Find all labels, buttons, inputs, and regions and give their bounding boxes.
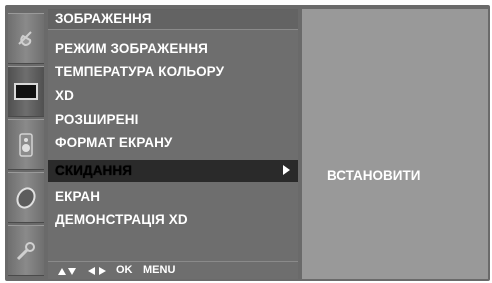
- speaker-icon: [19, 132, 33, 157]
- ok-hint: OK: [116, 264, 133, 276]
- menu-item-xd[interactable]: XD: [48, 85, 298, 107]
- picture-icon: [14, 82, 38, 100]
- menu-item-label: XD: [55, 88, 74, 103]
- menu-item-label: РОЗШИРЕНІ: [55, 112, 139, 127]
- menu-title: ЗОБРАЖЕННЯ: [55, 11, 152, 26]
- up-arrow-icon: [58, 268, 66, 275]
- left-arrow-icon: [88, 267, 95, 275]
- submenu-arrow-icon: [283, 165, 290, 175]
- category-setup[interactable]: [8, 13, 44, 64]
- menu-item-reset[interactable]: СКИДАННЯ: [48, 160, 298, 182]
- menu-item-label: РЕЖИМ ЗОБРАЖЕННЯ: [55, 41, 208, 56]
- picture-menu: ЗОБРАЖЕННЯ РЕЖИМ ЗОБРАЖЕННЯ ТЕМПЕРАТУРА …: [48, 9, 298, 279]
- menu-item-picture-mode[interactable]: РЕЖИМ ЗОБРАЖЕННЯ: [48, 38, 298, 60]
- menu-hint: MENU: [143, 264, 176, 276]
- category-picture[interactable]: [8, 66, 44, 117]
- right-arrow-icon: [99, 267, 106, 275]
- category-option[interactable]: [8, 225, 44, 276]
- menu-item-screen[interactable]: ЕКРАН: [48, 186, 298, 208]
- menu-item-color-temperature[interactable]: ТЕМПЕРАТУРА КОЛЬОРУ: [48, 61, 298, 83]
- category-time[interactable]: [8, 172, 44, 223]
- category-audio[interactable]: [8, 119, 44, 170]
- category-icon-bar: [8, 9, 44, 279]
- reset-confirm-option[interactable]: ВСТАНОВИТИ: [327, 168, 420, 183]
- menu-title-bar: ЗОБРАЖЕННЯ: [48, 9, 298, 30]
- reset-submenu: ВСТАНОВИТИ: [302, 9, 488, 279]
- settings-key-icon: [16, 241, 35, 260]
- satellite-dish-icon: [18, 30, 32, 46]
- menu-item-label: ФОРМАТ ЕКРАНУ: [55, 135, 173, 150]
- menu-item-label: ТЕМПЕРАТУРА КОЛЬОРУ: [55, 64, 225, 79]
- menu-item-aspect-ratio[interactable]: ФОРМАТ ЕКРАНУ: [48, 132, 298, 154]
- menu-item-label: ДЕМОНСТРАЦІЯ XD: [55, 212, 188, 227]
- down-arrow-icon: [68, 268, 76, 275]
- menu-item-xd-demo[interactable]: ДЕМОНСТРАЦІЯ XD: [48, 209, 298, 231]
- navigation-hint-bar: OK MENU: [48, 261, 298, 280]
- menu-item-advanced[interactable]: РОЗШИРЕНІ: [48, 109, 298, 131]
- menu-item-label: ЕКРАН: [55, 189, 101, 204]
- clock-icon: [16, 186, 36, 209]
- menu-item-label: СКИДАННЯ: [55, 163, 133, 178]
